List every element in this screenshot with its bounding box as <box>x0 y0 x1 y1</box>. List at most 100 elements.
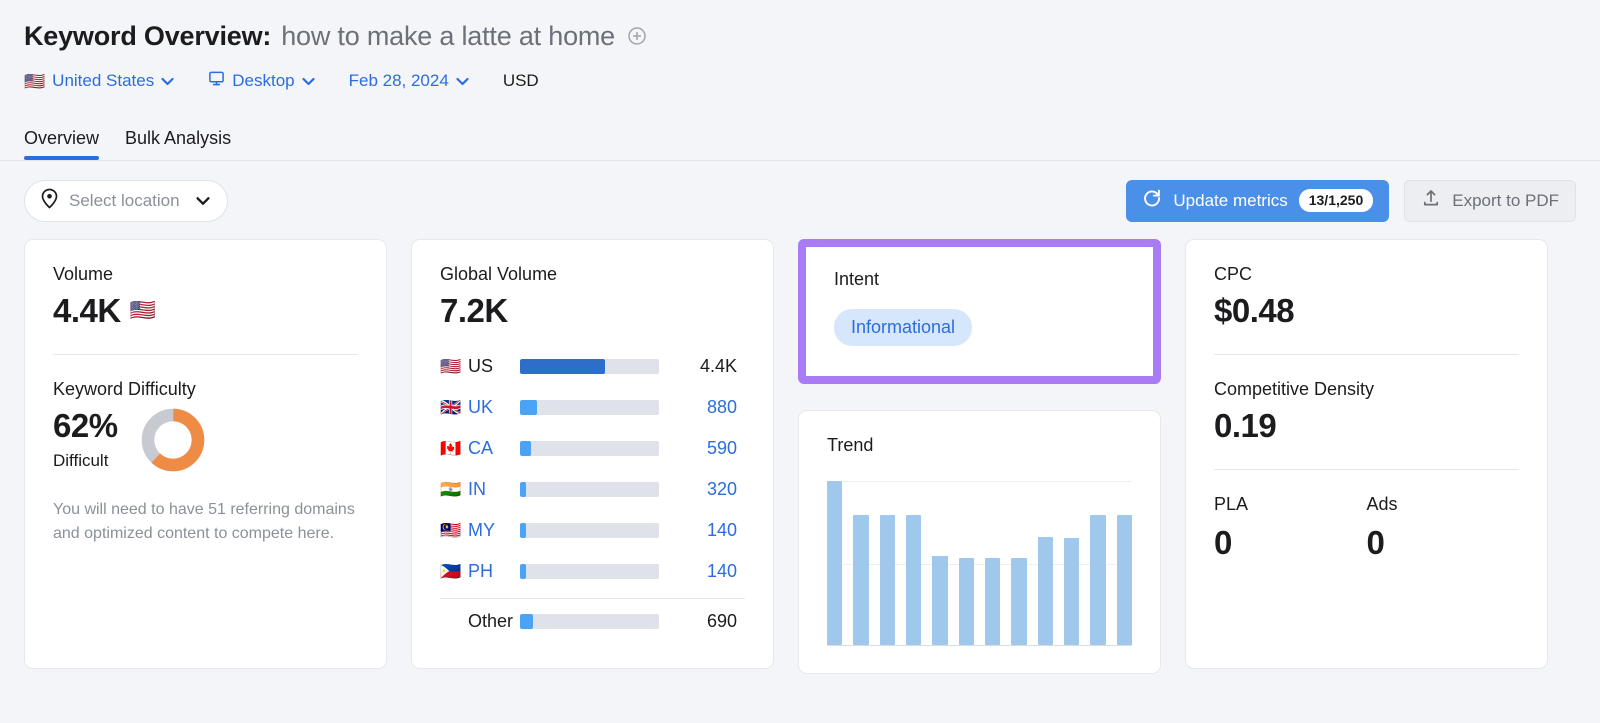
date-filter[interactable]: Feb 28, 2024 <box>349 71 469 91</box>
country-code-label: US <box>468 356 494 376</box>
chart-bar[interactable] <box>853 515 869 645</box>
country-code-label: Other <box>468 611 514 631</box>
volume-value-label: 690 <box>706 611 737 631</box>
chevron-down-icon <box>161 71 174 91</box>
country-flag-icon: 🇺🇸 <box>440 357 462 376</box>
volume-card: Volume 4.4K 🇺🇸 Keyword Difficulty 62% Di… <box>24 239 387 669</box>
page-title: Keyword Overview: how to make a latte at… <box>24 14 1600 58</box>
export-to-pdf-button[interactable]: Export to PDF <box>1404 179 1576 222</box>
country-flag-icon: 🇵🇭 <box>440 562 462 581</box>
global-volume-value: 7.2K <box>440 292 508 329</box>
chart-bars <box>827 481 1132 645</box>
country-filter[interactable]: 🇺🇸 United States <box>24 71 174 91</box>
update-metrics-label: Update metrics <box>1173 190 1288 210</box>
global-volume-row[interactable]: 🇨🇦 CA 590 <box>440 428 745 469</box>
chart-bar[interactable] <box>932 556 948 645</box>
refresh-icon <box>1142 188 1162 213</box>
country-flag-icon: 🇲🇾 <box>440 521 462 540</box>
device-filter-label: Desktop <box>232 71 295 90</box>
country-code-label: PH <box>468 561 494 581</box>
keyword-difficulty-note: You will need to have 51 referring domai… <box>53 501 355 542</box>
tab-bar-divider <box>0 160 1600 161</box>
chart-bar[interactable] <box>984 558 1001 645</box>
country-flag-icon: 🇬🇧 <box>440 398 462 417</box>
currency-text: USD <box>502 71 539 90</box>
chart-bar[interactable] <box>905 515 922 645</box>
pla-label: PLA <box>1214 494 1249 514</box>
tab-bulk-analysis[interactable]: Bulk Analysis <box>125 128 231 160</box>
intent-card-highlight: Intent Informational <box>798 239 1161 384</box>
global-volume-row[interactable]: 🇮🇳 IN 320 <box>440 469 745 510</box>
plus-circle-icon[interactable] <box>627 26 647 46</box>
keyword-difficulty-word: Difficult <box>53 450 109 470</box>
volume-value-label: 880 <box>706 397 737 417</box>
chart-bar[interactable] <box>827 481 843 645</box>
volume-bar-fill <box>520 523 526 538</box>
filter-bar: 🇺🇸 United States Desktop Feb 28, 2024 US… <box>24 64 1600 98</box>
volume-bar-fill <box>520 400 537 415</box>
tab-overview[interactable]: Overview <box>24 128 100 160</box>
trend-label: Trend <box>827 435 874 455</box>
chart-bar[interactable] <box>1037 536 1053 645</box>
select-location-dropdown[interactable]: Select location <box>24 179 228 222</box>
country-flag-icon: 🇨🇦 <box>440 439 462 458</box>
ads-label: Ads <box>1366 494 1398 514</box>
column-intent-trend: Intent Informational Trend <box>798 239 1161 674</box>
chart-bar[interactable] <box>1090 515 1106 645</box>
country-code-label: CA <box>468 438 494 458</box>
volume-bar-track <box>520 359 659 374</box>
intent-chip[interactable]: Informational <box>834 309 973 346</box>
volume-bar-track <box>520 564 659 579</box>
chart-axis <box>827 645 1132 646</box>
chart-bar[interactable] <box>1063 538 1080 645</box>
trend-chart <box>827 481 1132 646</box>
volume-divider <box>53 354 358 355</box>
global-volume-label: Global Volume <box>440 264 558 284</box>
volume-bar-fill <box>520 441 532 456</box>
global-volume-rows: 🇺🇸 US 4.4K 🇬🇧 UK 880 🇨🇦 CA 590 🇮🇳 IN 320 🇲🇾 MY 140 🇵🇭 PH… <box>440 346 745 642</box>
country-flag-icon: 🇺🇸 <box>24 71 46 91</box>
select-location-label: Select location <box>69 190 180 210</box>
pla-value: 0 <box>1214 524 1232 561</box>
country-code-label: UK <box>468 397 494 417</box>
monitor-icon <box>208 70 225 92</box>
cpc-value: $0.48 <box>1214 292 1295 329</box>
pla-stat: PLA 0 <box>1214 494 1367 562</box>
chevron-down-icon <box>456 71 469 91</box>
volume-label: Volume <box>53 264 114 284</box>
chart-bar[interactable] <box>958 558 974 645</box>
update-metrics-badge: 13/1,250 <box>1298 189 1374 212</box>
column-global-volume: Global Volume 7.2K 🇺🇸 US 4.4K 🇬🇧 UK 880 🇨🇦 CA 59… <box>411 239 774 669</box>
global-volume-separator <box>440 598 745 599</box>
chart-bar[interactable] <box>879 515 895 645</box>
column-cpc: CPC $0.48 Competitive Density 0.19 PLA 0… <box>1185 239 1548 669</box>
chart-bar[interactable] <box>1011 558 1027 645</box>
volume-bar-track <box>520 523 659 538</box>
global-volume-row[interactable]: 🇵🇭 PH 140 <box>440 551 745 592</box>
volume-value-label: 590 <box>706 438 737 458</box>
global-volume-row[interactable]: 🇲🇾 MY 140 <box>440 510 745 551</box>
tab-bar: Overview Bulk Analysis <box>0 120 1600 160</box>
volume-bar-track <box>520 400 659 415</box>
update-metrics-button[interactable]: Update metrics 13/1,250 <box>1126 179 1390 222</box>
global-volume-row[interactable]: 🇬🇧 UK 880 <box>440 387 745 428</box>
chart-bar[interactable] <box>1116 515 1132 645</box>
toolbar-actions: Update metrics 13/1,250 Export to PDF <box>1126 179 1576 222</box>
volume-value-label: 140 <box>706 520 737 540</box>
volume-value-label: 320 <box>706 479 737 499</box>
volume-bar-track <box>520 441 659 456</box>
ads-stat: Ads 0 <box>1367 494 1520 562</box>
pla-ads-row: PLA 0 Ads 0 <box>1214 494 1519 562</box>
page-title-keyword: how to make a latte at home <box>281 20 615 51</box>
date-filter-label: Feb 28, 2024 <box>348 71 449 90</box>
currency-label: USD <box>503 71 539 91</box>
cpc-label: CPC <box>1214 264 1253 284</box>
cpc-card: CPC $0.48 Competitive Density 0.19 PLA 0… <box>1185 239 1548 669</box>
device-filter[interactable]: Desktop <box>208 70 315 92</box>
global-volume-row[interactable]: Other 690 <box>440 601 745 642</box>
volume-bar-fill <box>520 564 526 579</box>
toolbar: Select location Update metrics 13/1,250 <box>0 161 1600 223</box>
global-volume-row[interactable]: 🇺🇸 US 4.4K <box>440 346 745 387</box>
intent-label: Intent <box>834 269 880 289</box>
volume-bar-track <box>520 482 659 497</box>
